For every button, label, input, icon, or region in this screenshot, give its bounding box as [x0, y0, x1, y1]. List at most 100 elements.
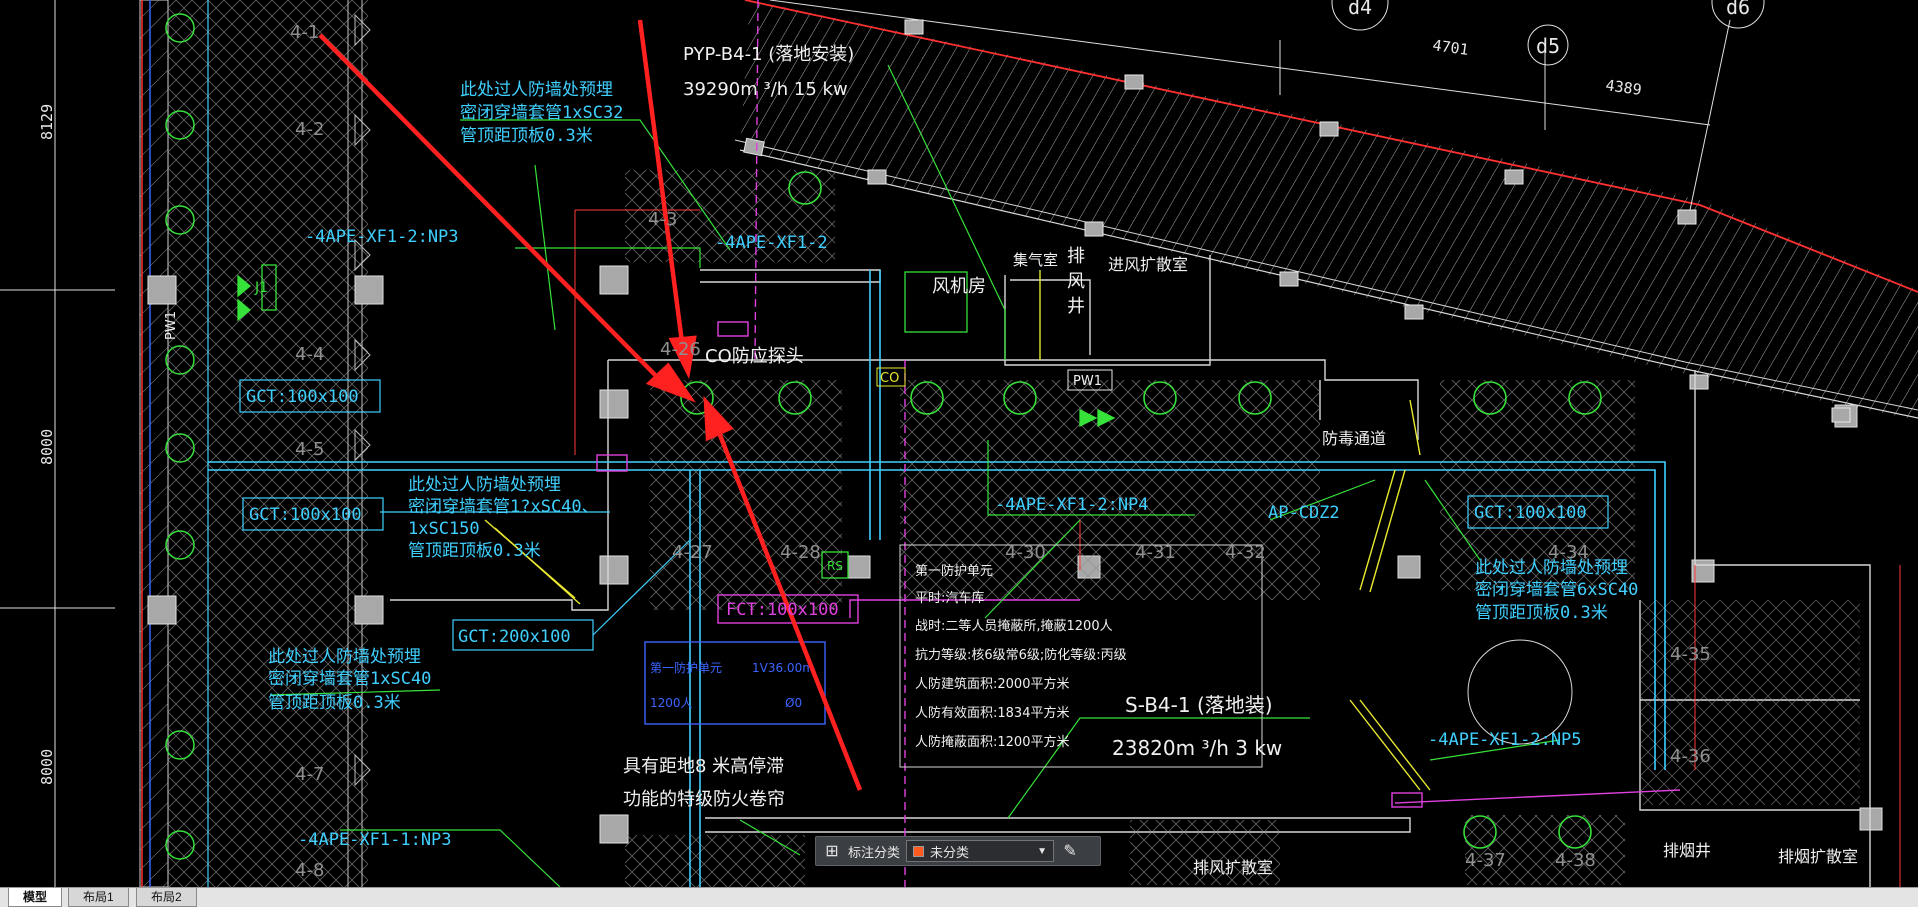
room-smoke-diff: 排烟扩散室: [1778, 847, 1858, 866]
panel-ape5: -4APE-XF1-1:NP3: [298, 830, 452, 850]
lot-4-36: 4-36: [1670, 746, 1711, 767]
fan-pyp-spec: 39290m ³/h 15 kw: [683, 79, 848, 100]
panel-ap: AP-CDZ2: [1268, 503, 1340, 523]
annotation-category-select[interactable]: 未分类 ▼: [906, 840, 1055, 862]
fan-sb4-title: S-B4-1 (落地装): [1125, 693, 1273, 717]
note3-l1: 此处过人防墙处预埋: [268, 647, 421, 667]
sloped-roof-band: [734, 0, 1918, 423]
room-fan-room: 风机房: [932, 276, 986, 297]
lot-4-38: 4-38: [1555, 850, 1596, 871]
edit-icon[interactable]: ✎: [1060, 841, 1080, 861]
axis-d6: d6: [1726, 0, 1750, 19]
lot-4-32: 4-32: [1225, 542, 1266, 563]
lot-4-7: 4-7: [295, 764, 324, 785]
annotation-category-label: 标注分类: [848, 844, 901, 860]
duct-gct-1: GCT:100x100: [246, 387, 359, 407]
duct-gct-3: GCT:200x100: [458, 627, 571, 647]
co-probe-label: CO防应探头: [705, 346, 804, 367]
dim-8000-b: 8000: [38, 749, 56, 785]
cd-l6: 人防掩蔽面积:1200平方米: [915, 734, 1069, 750]
lot-4-34: 4-34: [1548, 542, 1589, 563]
lot-4-35: 4-35: [1670, 644, 1711, 665]
layout-tab-bar: 模型 布局1 布局2: [0, 887, 1918, 907]
category-color-swatch: [913, 845, 925, 857]
lot-4-8: 4-8: [295, 860, 324, 881]
note2-l1: 此处过人防墙处预埋: [408, 475, 561, 495]
dim-4701: 4701: [1431, 36, 1469, 59]
lot-4-1: 4-1: [290, 22, 319, 43]
cad-drawing-canvas[interactable]: 8129 8000 8000 4-1 4-2 4-4 4-5 4-7 4-8 d…: [0, 0, 1918, 887]
panel-rs: RS: [827, 559, 843, 573]
lot-4-31: 4-31: [1135, 542, 1176, 563]
note1-l3: 管顶距顶板0.3米: [460, 126, 593, 146]
blue-box-t2: 1V36.00m: [752, 661, 814, 675]
panel-pw1: PW1: [1073, 374, 1102, 389]
duct-fct: FCT:100x100: [726, 600, 839, 620]
cd-l5: 人防有效面积:1834平方米: [915, 705, 1069, 721]
blue-box-t4: Ø0: [785, 696, 802, 710]
lot-4-28: 4-28: [780, 542, 821, 563]
blue-box-t3: 1200人: [650, 696, 693, 710]
room-collect: 集气室: [1013, 251, 1058, 269]
lot-4-30: 4-30: [1005, 542, 1046, 563]
axis-d4: d4: [1348, 0, 1372, 19]
note1-l2: 密闭穿墙套管1xSC32: [460, 103, 623, 123]
note2-l3: 1xSC150: [408, 519, 480, 539]
panel-co: CO: [880, 371, 899, 386]
lot-4-4: 4-4: [295, 344, 324, 365]
lot-4-3: 4-3: [648, 209, 677, 230]
tab-layout2[interactable]: 布局2: [136, 888, 197, 907]
chevron-down-icon: ▼: [1037, 845, 1048, 857]
fan-sb4-spec: 23820m ³/h 3 kw: [1112, 736, 1282, 760]
cd-l4: 人防建筑面积:2000平方米: [915, 676, 1069, 692]
room-exhaust-shaft-2: 风: [1067, 271, 1085, 292]
axis-d5: d5: [1536, 34, 1560, 58]
panel-ape4: -4APE-XF1-2:NP5: [1428, 730, 1582, 750]
shutter-note-l1: 具有距地8 米高停滞: [623, 756, 784, 777]
cd-l2: 战时:二等人员掩蔽所,掩蔽1200人: [915, 618, 1113, 634]
tab-model[interactable]: 模型: [8, 888, 63, 907]
grid-icon[interactable]: ⊞: [822, 841, 842, 861]
room-exhaust-shaft-1: 排: [1067, 246, 1085, 267]
panel-ape3: -4APE-XF1-2:NP4: [995, 495, 1149, 515]
panel-ape1: -4APE-XF1-2:NP3: [305, 227, 459, 247]
room-anti-gas: 防毒通道: [1322, 429, 1386, 448]
lot-4-27: 4-27: [672, 542, 713, 563]
cd-title: 第一防护单元: [915, 563, 993, 579]
cd-l1: 平时:汽车库: [915, 590, 984, 606]
round-shaft: [1467, 639, 1573, 745]
blue-unit-box: [644, 641, 826, 725]
fan-pyp-title: PYP-B4-1 (落地安装): [683, 44, 854, 65]
annotation-category-value: 未分类: [930, 844, 970, 860]
duct-gct-4: GCT:100x100: [1474, 503, 1587, 523]
room-intake: 进风扩散室: [1108, 255, 1188, 274]
panel-ape2: -4APE-XF1-2: [715, 233, 828, 253]
tab-layout1[interactable]: 布局1: [68, 888, 129, 907]
cd-l3: 抗力等级:核6级常6级;防化等级:丙级: [915, 647, 1127, 663]
lot-4-26: 4-26: [660, 339, 701, 360]
note4-l3: 管顶距顶板0.3米: [1475, 603, 1608, 623]
panel-pw1-side: PW1: [164, 311, 179, 340]
note2-l4: 管顶距顶板0.3米: [408, 541, 541, 561]
room-exhaust-diff: 排风扩散室: [1193, 858, 1273, 877]
lot-4-2: 4-2: [295, 119, 324, 140]
left-dimension-strip: 8129 8000 8000: [0, 0, 115, 887]
room-exhaust-shaft-3: 井: [1067, 296, 1085, 317]
dim-8129: 8129: [38, 104, 56, 140]
note3-l2: 密闭穿墙套管1xSC40: [268, 669, 431, 689]
duct-gct-2: GCT:100x100: [249, 505, 362, 525]
left-wall: [139, 0, 368, 887]
note4-l2: 密闭穿墙套管6xSC40: [1475, 580, 1638, 600]
panel-j1: J1: [254, 280, 268, 296]
note2-l2: 密闭穿墙套管1?xSC40、: [408, 497, 599, 517]
note3-l3: 管顶距顶板0.3米: [268, 693, 401, 713]
lot-4-5: 4-5: [295, 439, 324, 460]
dim-4389: 4389: [1604, 76, 1642, 99]
room-smoke-shaft: 排烟井: [1663, 841, 1711, 860]
lot-4-37: 4-37: [1465, 850, 1506, 871]
dim-8000-a: 8000: [38, 429, 56, 465]
blue-box-t1: 第一防护单元: [650, 660, 722, 675]
annotation-toolbar: ⊞ 标注分类 未分类 ▼ ✎: [815, 836, 1101, 866]
shutter-note-l2: 功能的特级防火卷帘: [623, 789, 785, 810]
note1-l1: 此处过人防墙处预埋: [460, 80, 613, 100]
